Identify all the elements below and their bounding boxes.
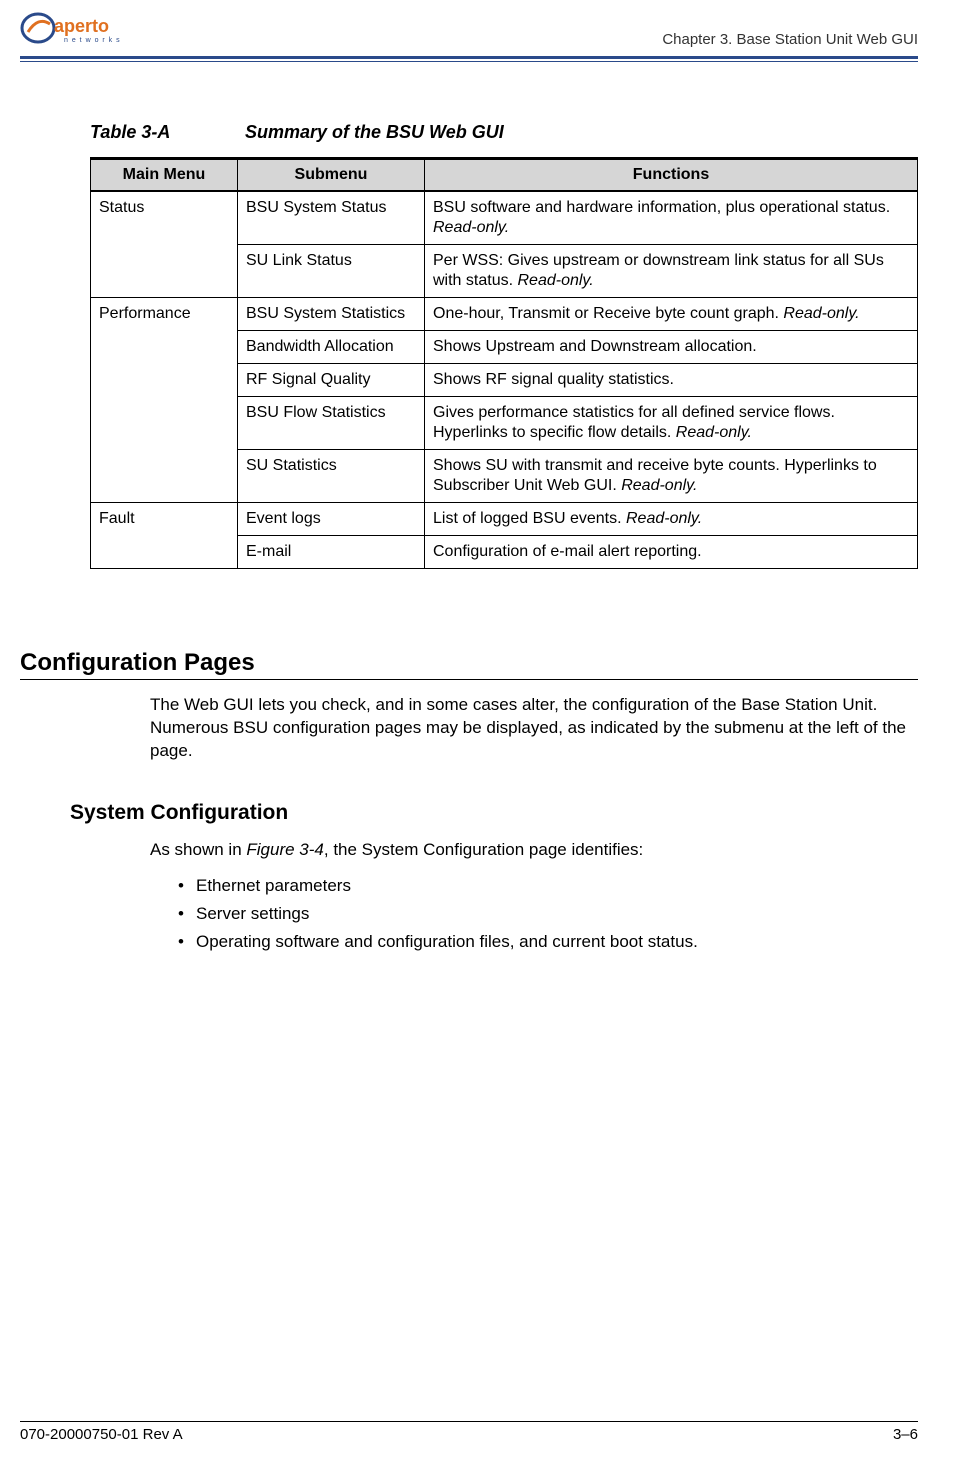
logo-subtext: n e t w o r k s — [64, 37, 121, 44]
cell-fn: Gives performance statistics for all def… — [425, 397, 918, 450]
figure-reference: Figure 3-4 — [246, 840, 323, 859]
cell-sub: BSU System Status — [238, 191, 425, 245]
cell-sub: Event logs — [238, 503, 425, 536]
list-item: Ethernet parameters — [178, 876, 918, 896]
logo: aperto n e t w o r k s — [20, 10, 130, 50]
table-caption: Table 3-A Summary of the BSU Web GUI — [90, 122, 918, 143]
cell-sub: E-mail — [238, 536, 425, 569]
list-item: Server settings — [178, 904, 918, 924]
logo-text: aperto — [54, 16, 109, 36]
cell-fn: Shows Upstream and Downstream allocation… — [425, 331, 918, 364]
section-heading: Configuration Pages — [20, 649, 918, 680]
th-submenu: Submenu — [238, 159, 425, 192]
subsection-heading: System Configuration — [70, 801, 918, 825]
cell-fn: List of logged BSU events. Read-only. — [425, 503, 918, 536]
cell-main: Status — [91, 191, 238, 298]
table-row: Status BSU System Status BSU software an… — [91, 191, 918, 245]
cell-sub: Bandwidth Allocation — [238, 331, 425, 364]
table-row: Performance BSU System Statistics One-ho… — [91, 298, 918, 331]
cell-fn: BSU software and hardware information, p… — [425, 191, 918, 245]
th-functions: Functions — [425, 159, 918, 192]
section-paragraph: The Web GUI lets you check, and in some … — [150, 694, 918, 763]
subsection-paragraph: As shown in Figure 3-4, the System Confi… — [150, 839, 918, 862]
cell-sub: SU Statistics — [238, 450, 425, 503]
cell-main: Fault — [91, 503, 238, 569]
footer-doc-id: 070-20000750-01 Rev A — [20, 1426, 183, 1443]
cell-fn: One-hour, Transmit or Receive byte count… — [425, 298, 918, 331]
summary-table: Main Menu Submenu Functions Status BSU S… — [90, 157, 918, 569]
table-row: Fault Event logs List of logged BSU even… — [91, 503, 918, 536]
list-item: Operating software and configuration fil… — [178, 932, 918, 952]
footer-page-number: 3–6 — [893, 1426, 918, 1443]
cell-fn: Per WSS: Gives upstream or downstream li… — [425, 245, 918, 298]
cell-fn: Shows SU with transmit and receive byte … — [425, 450, 918, 503]
cell-sub: SU Link Status — [238, 245, 425, 298]
cell-sub: BSU Flow Statistics — [238, 397, 425, 450]
cell-fn: Shows RF signal quality statistics. — [425, 364, 918, 397]
table-label: Table 3-A — [90, 122, 240, 143]
header-rule-thin — [20, 61, 918, 62]
cell-main: Performance — [91, 298, 238, 503]
cell-sub: BSU System Statistics — [238, 298, 425, 331]
header-rule — [20, 56, 918, 59]
page-header: aperto n e t w o r k s Chapter 3. Base S… — [20, 10, 918, 50]
cell-fn: Configuration of e-mail alert reporting. — [425, 536, 918, 569]
cell-sub: RF Signal Quality — [238, 364, 425, 397]
page-footer: 070-20000750-01 Rev A 3–6 — [20, 1421, 918, 1443]
chapter-label: Chapter 3. Base Station Unit Web GUI — [662, 31, 918, 50]
bullet-list: Ethernet parameters Server settings Oper… — [178, 876, 918, 952]
table-title: Summary of the BSU Web GUI — [245, 122, 504, 142]
th-main-menu: Main Menu — [91, 159, 238, 192]
